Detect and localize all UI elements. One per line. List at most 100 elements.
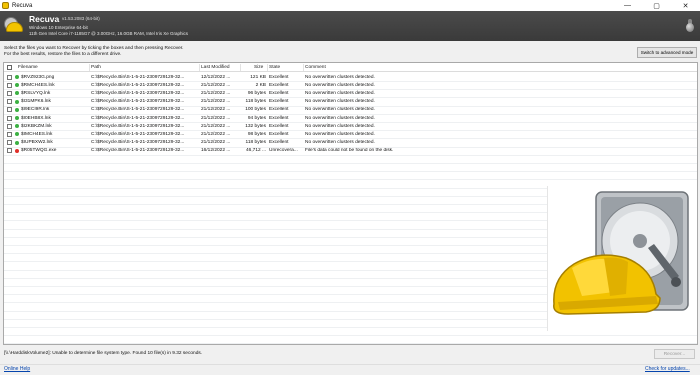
column-last-modified[interactable]: Last Modified: [201, 65, 230, 70]
status-green-icon: [15, 75, 19, 79]
row-checkbox[interactable]: [7, 74, 12, 80]
row-checkbox[interactable]: [7, 99, 12, 105]
column-path[interactable]: Path: [91, 65, 101, 70]
table-row[interactable]: $I9ECI9R.lnk C:\$Recycle.Bin\S-1-5-21-230…: [4, 106, 697, 114]
grid-line: [4, 97, 697, 99]
app-version: v1.53.2083 (64-bit): [62, 16, 100, 21]
recuva-app-icon: [2, 2, 9, 9]
table-row[interactable]: $RMCH4ES.lnk C:\$Recycle.Bin\S-1-5-21-230…: [4, 81, 697, 89]
cell-path: C:\$Recycle.Bin\S-1-5-21-2309729129-32..…: [91, 74, 185, 80]
cell-size: 94 bytes: [247, 115, 266, 121]
cell-filename: $I2KBKZM.lnk: [21, 123, 52, 129]
row-checkbox[interactable]: [7, 107, 12, 113]
column-size[interactable]: Size: [254, 65, 263, 70]
row-checkbox[interactable]: [7, 90, 12, 96]
status-red-icon: [15, 148, 19, 153]
cell-last-modified: 21/12/2022 ...: [201, 115, 231, 121]
cell-state: Excellent: [269, 123, 289, 129]
table-row[interactable]: $RVZ923G.png C:\$Recycle.Bin\S-1-5-21-230…: [4, 73, 697, 81]
cell-comment: No overwritten clusters detected.: [305, 90, 375, 96]
status-green-icon: [15, 124, 19, 129]
row-checkbox[interactable]: [7, 131, 12, 137]
cell-size: 121 KB: [250, 74, 266, 80]
recover-button[interactable]: Recover...: [654, 349, 695, 359]
grid-line: [4, 146, 697, 148]
window-title: Recuva: [12, 2, 33, 9]
table-row[interactable]: $IMCH4ES.lnk C:\$Recycle.Bin\S-1-5-21-230…: [4, 130, 697, 138]
column-filename[interactable]: Filename: [18, 65, 38, 70]
row-checkbox[interactable]: [7, 148, 12, 154]
app-header: Recuva v1.53.2083 (64-bit) Windows 10 En…: [0, 11, 700, 41]
maximize-button[interactable]: ▢: [642, 0, 671, 11]
cell-state: Unrecovera...: [269, 148, 298, 154]
cell-size: 46,712 ...: [245, 148, 266, 154]
recuva-logo-icon: [4, 14, 26, 38]
close-button[interactable]: ✕: [671, 0, 700, 11]
cell-comment: No overwritten clusters detected.: [305, 115, 375, 121]
grid-line: [4, 130, 697, 132]
grid-line: [4, 171, 697, 173]
cell-filename: $IMCH4ES.lnk: [21, 131, 53, 137]
cell-path: C:\$Recycle.Bin\S-1-5-21-2309729129-32..…: [91, 140, 185, 146]
cell-filename: $IUPBXW2.lnk: [21, 140, 53, 146]
select-all-checkbox[interactable]: [7, 65, 12, 70]
recuva-illustration: [547, 186, 697, 331]
grid-line: [4, 81, 697, 82]
cell-state: Excellent: [269, 107, 289, 113]
row-checkbox[interactable]: [7, 115, 12, 121]
cell-state: Excellent: [269, 131, 289, 137]
cell-state: Excellent: [269, 140, 289, 146]
status-text: [\\.\HarddiskVolume2]: Unable to determi…: [4, 351, 203, 356]
grid-line: [4, 113, 697, 115]
cell-filename: $R05TWQG.exe: [21, 148, 57, 154]
cell-size: 118 bytes: [245, 99, 266, 105]
cell-path: C:\$Recycle.Bin\S-1-5-21-2309729129-32..…: [91, 131, 185, 137]
grid-line: [4, 89, 697, 91]
table-row[interactable]: $RSLVYQ.lnk C:\$Recycle.Bin\S-1-5-21-2309…: [4, 89, 697, 97]
cell-size: 2 KB: [255, 82, 266, 88]
table-row[interactable]: $I31MPK6.lnk C:\$Recycle.Bin\S-1-5-21-230…: [4, 98, 697, 106]
table-row[interactable]: $R05TWQG.exe C:\$Recycle.Bin\S-1-5-21-230…: [4, 147, 697, 155]
table-row[interactable]: $IUPBXW2.lnk C:\$Recycle.Bin\S-1-5-21-230…: [4, 139, 697, 147]
status-green-icon: [15, 140, 19, 145]
table-row[interactable]: $I2KBKZM.lnk C:\$Recycle.Bin\S-1-5-21-230…: [4, 122, 697, 130]
title-bar: Recuva — ▢ ✕: [0, 0, 700, 11]
cell-comment: No overwritten clusters detected.: [305, 131, 375, 137]
cell-filename: $RSLVYQ.lnk: [21, 90, 51, 96]
cell-state: Excellent: [269, 74, 289, 80]
cell-state: Excellent: [269, 82, 289, 88]
cell-filename: $I31MPK6.lnk: [21, 99, 51, 105]
cell-path: C:\$Recycle.Bin\S-1-5-21-2309729129-32..…: [91, 123, 185, 129]
check-for-updates-link[interactable]: Check for updates...: [645, 366, 690, 372]
minimize-button[interactable]: —: [613, 0, 642, 11]
cell-filename: $RVZ923G.png: [21, 74, 55, 80]
status-green-icon: [15, 116, 19, 120]
online-help-link[interactable]: Online Help: [4, 366, 30, 372]
cell-filename: $I9ECI9R.lnk: [21, 107, 50, 113]
row-checkbox[interactable]: [7, 123, 12, 129]
cell-state: Excellent: [269, 90, 289, 96]
cell-last-modified: 21/12/2022 ...: [201, 123, 231, 129]
column-comment[interactable]: Comment: [305, 65, 326, 70]
table-row[interactable]: $I0EHB8X.lnk C:\$Recycle.Bin\S-1-5-21-230…: [4, 114, 697, 122]
cell-comment: No overwritten clusters detected.: [305, 123, 375, 129]
status-green-icon: [15, 132, 19, 137]
cell-last-modified: 21/12/2022 ...: [201, 99, 231, 105]
cell-size: 96 bytes: [247, 90, 266, 96]
grid-line: [4, 105, 697, 107]
row-checkbox[interactable]: [7, 140, 12, 146]
switch-to-advanced-mode-button[interactable]: Switch to advanced mode: [637, 47, 697, 58]
grid-line: [4, 138, 697, 140]
cell-filename: $I0EHB8X.lnk: [21, 115, 51, 121]
grid-line: [4, 343, 697, 344]
cell-last-modified: 12/12/2022 ...: [201, 74, 231, 80]
grid-line: [4, 122, 697, 123]
column-state[interactable]: State: [269, 65, 280, 70]
cell-state: Excellent: [269, 115, 289, 121]
cell-comment: No overwritten clusters detected.: [305, 74, 375, 80]
row-checkbox[interactable]: [7, 82, 12, 88]
status-green-icon: [15, 107, 19, 112]
instructions: Select the files you want to Recover by …: [4, 46, 183, 58]
os-info: Windows 10 Enterprise 64-bit: [29, 25, 88, 30]
cell-path: C:\$Recycle.Bin\S-1-5-21-2309729129-32..…: [91, 90, 185, 96]
